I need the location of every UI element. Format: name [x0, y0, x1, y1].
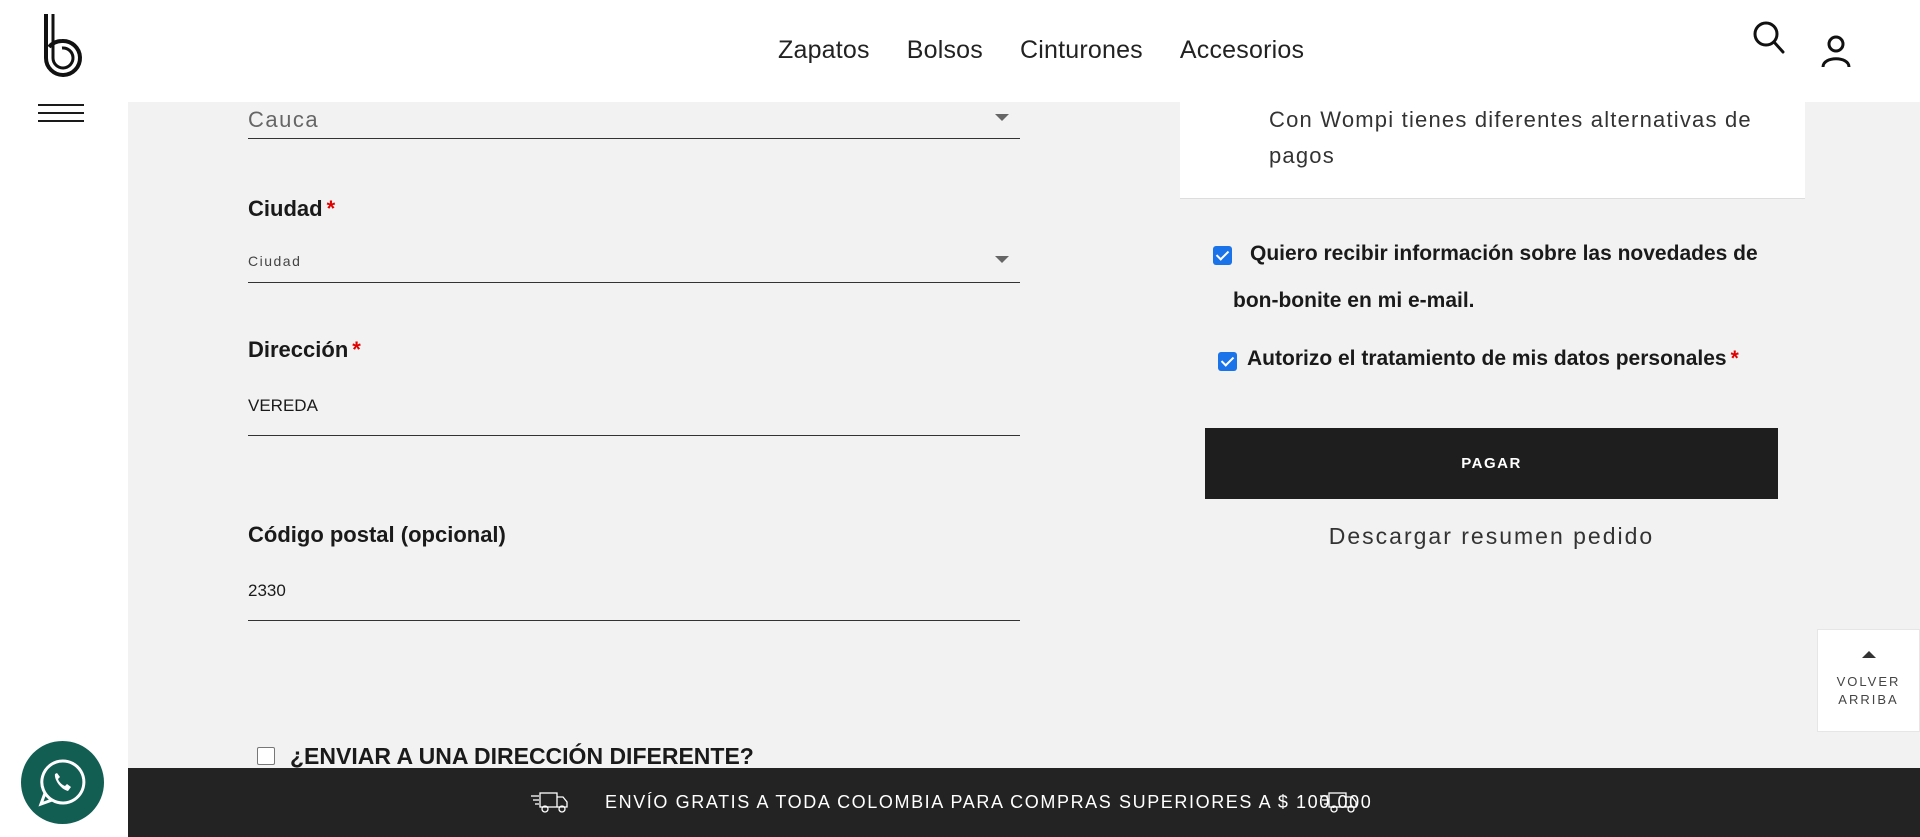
nav-bolsos[interactable]: Bolsos	[907, 36, 983, 65]
arrow-up-icon	[1862, 651, 1876, 658]
back-to-top-button[interactable]: VOLVER ARRIBA	[1817, 629, 1920, 732]
state-select-underline	[248, 138, 1020, 139]
payment-method-card: Con Wompi tienes diferentes alternativas…	[1180, 102, 1805, 199]
newsletter-label-line2: bon-bonite en mi e-mail.	[1233, 289, 1475, 312]
city-select[interactable]: Ciudad	[248, 253, 301, 269]
search-icon[interactable]	[1752, 20, 1786, 56]
free-shipping-text: ENVÍO GRATIS A TODA COLOMBIA PARA COMPRA…	[605, 792, 1373, 812]
ship-different-checkbox[interactable]	[257, 747, 275, 765]
user-icon[interactable]	[1820, 34, 1852, 68]
download-summary-link[interactable]: Descargar resumen pedido	[1205, 523, 1778, 550]
whatsapp-icon	[38, 759, 86, 807]
site-header: Zapatos Bolsos Cinturones Accesorios	[0, 0, 1920, 102]
city-select-underline	[248, 282, 1020, 283]
postal-input[interactable]: 2330	[248, 581, 286, 601]
whatsapp-button[interactable]	[21, 741, 104, 824]
nav-zapatos[interactable]: Zapatos	[778, 36, 870, 65]
address-input[interactable]: VEREDA	[248, 396, 318, 416]
address-label: Dirección *	[248, 337, 361, 362]
postal-label: Código postal (opcional)	[248, 522, 506, 547]
city-label: Ciudad *	[248, 196, 336, 221]
chevron-down-icon	[995, 114, 1009, 121]
wompi-description: Con Wompi tienes diferentes alternativas…	[1269, 107, 1752, 168]
privacy-label: Autorizo el tratamiento de mis datos per…	[1247, 347, 1739, 370]
address-underline	[248, 435, 1020, 436]
truck-icon	[1320, 792, 1357, 813]
state-select-value[interactable]: Cauca	[248, 107, 319, 133]
back-to-top-label: VOLVER ARRIBA	[1836, 674, 1901, 707]
truck-icon	[531, 792, 568, 813]
privacy-checkbox[interactable]	[1218, 352, 1237, 371]
main-nav: Zapatos Bolsos Cinturones Accesorios	[778, 36, 1304, 65]
newsletter-label-line1: Quiero recibir información sobre las nov…	[1250, 242, 1758, 265]
nav-cinturones[interactable]: Cinturones	[1020, 36, 1143, 65]
newsletter-checkbox[interactable]	[1213, 246, 1232, 265]
postal-underline	[248, 620, 1020, 621]
menu-icon[interactable]	[38, 104, 84, 126]
ship-different-label: ¿ENVIAR A UNA DIRECCIÓN DIFERENTE?	[290, 743, 754, 769]
brand-logo[interactable]	[40, 14, 84, 80]
nav-accesorios[interactable]: Accesorios	[1180, 36, 1304, 65]
pay-button[interactable]: PAGAR	[1205, 428, 1778, 499]
free-shipping-banner: ENVÍO GRATIS A TODA COLOMBIA PARA COMPRA…	[128, 768, 1920, 837]
chevron-down-icon	[995, 256, 1009, 263]
